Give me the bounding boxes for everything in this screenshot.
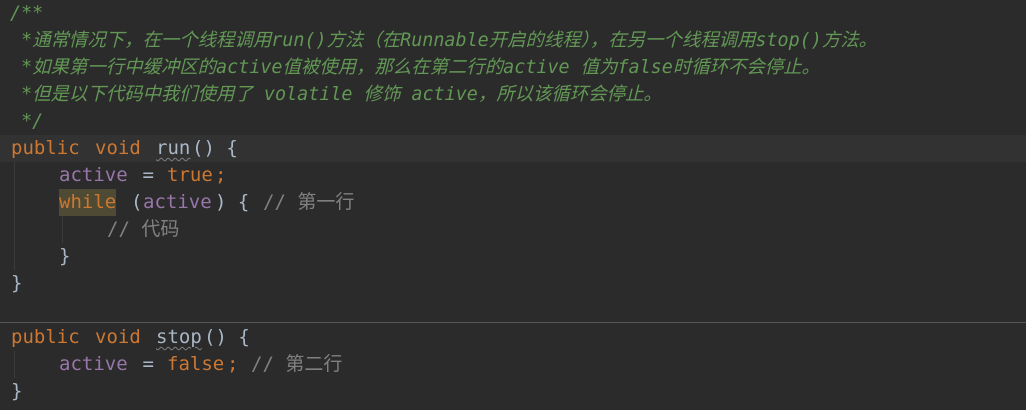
paren-close-brace: ) {	[215, 191, 261, 213]
literal-false: false	[167, 353, 225, 375]
keyword-public: public	[11, 137, 80, 159]
keyword-void: void	[95, 326, 141, 348]
semicolon: ;	[215, 164, 227, 186]
code-line-3: *如果第一行中缓冲区的active值被使用，那么在第二行的active 值为fa…	[0, 54, 1026, 81]
code-line-15: }	[0, 378, 1026, 405]
code-line-11: }	[0, 270, 1026, 297]
doc-comment-text: *如果第一行中缓冲区的active值被使用，那么在第二行的active 值为fa…	[10, 57, 820, 78]
field-active[interactable]: active	[59, 162, 128, 189]
paren-open: (	[131, 191, 143, 213]
doc-comment-open: /**	[10, 3, 44, 24]
doc-comment-text: *通常情况下，在一个线程调用run()方法（在Runnable开启的线程），在另…	[10, 30, 877, 51]
field-active[interactable]: active	[143, 189, 212, 216]
keyword-void: void	[95, 137, 141, 159]
method-name-stop[interactable]: stop	[156, 324, 202, 351]
literal-true: true	[167, 164, 213, 186]
code-editor[interactable]: /** *通常情况下，在一个线程调用run()方法（在Runnable开启的线程…	[0, 0, 1026, 410]
code-line-13: public void stop () {	[0, 324, 1026, 351]
doc-comment-text: *但是以下代码中我们使用了 volatile 修饰 active，所以该循环会停…	[10, 84, 662, 105]
code-line-6-current: public void run () {	[0, 135, 1026, 162]
semicolon: ;	[227, 353, 250, 375]
line-comment: // 第二行	[251, 353, 343, 375]
method-name-run[interactable]: run	[156, 135, 190, 162]
indent-guide	[62, 216, 63, 243]
code-line-8: while ( active ) { // 第一行	[0, 189, 1026, 216]
closing-brace: }	[59, 245, 71, 267]
line-comment: // 代码	[107, 218, 180, 240]
code-line-5: */	[0, 108, 1026, 135]
method-signature-rest: () {	[192, 137, 238, 159]
assign-operator: =	[131, 164, 166, 186]
code-line-1: /**	[0, 0, 1026, 27]
keyword-public: public	[11, 326, 80, 348]
method-separator	[0, 322, 1026, 323]
code-line-4: *但是以下代码中我们使用了 volatile 修饰 active，所以该循环会停…	[0, 81, 1026, 108]
keyword-while-highlighted[interactable]: while	[59, 189, 117, 216]
code-line-14: active = false ; // 第二行	[0, 351, 1026, 378]
field-active[interactable]: active	[59, 351, 128, 378]
indent-guide	[14, 351, 15, 378]
closing-brace: }	[11, 272, 23, 294]
code-line-10: }	[0, 243, 1026, 270]
indent-guide	[14, 162, 15, 270]
code-line-7: active = true ;	[0, 162, 1026, 189]
line-comment: // 第一行	[263, 191, 355, 213]
method-signature-rest: () {	[204, 326, 250, 348]
closing-brace: }	[11, 380, 23, 402]
doc-comment-close: */	[10, 111, 44, 132]
code-line-2: *通常情况下，在一个线程调用run()方法（在Runnable开启的线程），在另…	[0, 27, 1026, 54]
code-line-9: // 代码	[0, 216, 1026, 243]
assign-operator: =	[131, 353, 166, 375]
